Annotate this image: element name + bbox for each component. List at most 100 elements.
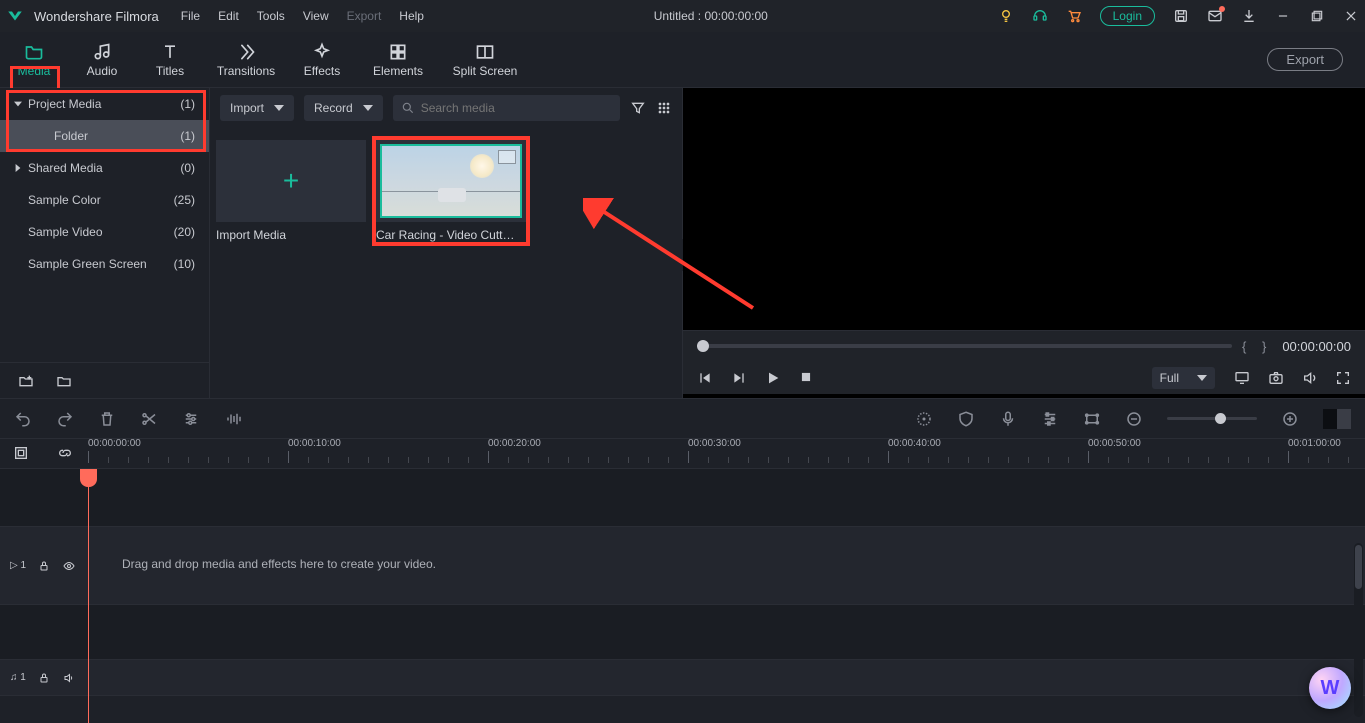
play-icon[interactable]	[765, 370, 781, 386]
audio-track-body[interactable]	[88, 660, 1365, 695]
mark-brackets[interactable]: { }	[1242, 339, 1272, 354]
sidebar-shared-media[interactable]: Shared Media (0)	[0, 152, 209, 184]
filter-icon[interactable]	[630, 100, 646, 116]
scrub-bar[interactable]	[697, 344, 1232, 348]
sidebar-folder[interactable]: Folder (1)	[0, 120, 209, 152]
tab-transitions[interactable]: Transitions	[204, 32, 288, 88]
volume-icon[interactable]	[1301, 370, 1317, 386]
sidebar-bottom	[0, 362, 209, 398]
eye-icon[interactable]	[62, 560, 76, 572]
lock-icon[interactable]	[38, 560, 50, 572]
tips-icon[interactable]	[998, 8, 1014, 24]
tab-media[interactable]: Media	[0, 32, 68, 88]
download-icon[interactable]	[1241, 8, 1257, 24]
quality-dropdown[interactable]: Full	[1152, 367, 1215, 389]
next-frame-icon[interactable]	[731, 370, 747, 386]
prev-frame-icon[interactable]	[697, 370, 713, 386]
grid-view-icon[interactable]	[656, 100, 672, 116]
search-input[interactable]	[421, 101, 612, 115]
login-button[interactable]: Login	[1100, 6, 1155, 26]
audio-wave-icon[interactable]	[224, 410, 242, 428]
sidebar-project-media[interactable]: Project Media (1)	[0, 88, 209, 120]
split-icon[interactable]	[140, 410, 158, 428]
save-icon[interactable]	[1173, 8, 1189, 24]
fullscreen-icon[interactable]	[1335, 370, 1351, 386]
adjust-icon[interactable]	[182, 410, 200, 428]
sidebar-item-count: (0)	[180, 161, 195, 175]
link-icon[interactable]	[57, 445, 75, 463]
minimize-icon[interactable]	[1275, 8, 1291, 24]
video-thumb-container[interactable]	[376, 140, 526, 222]
sidebar-item-label: Sample Video	[28, 225, 103, 239]
play-row: Full	[683, 361, 1365, 395]
delete-icon[interactable]	[98, 410, 116, 428]
lock-icon[interactable]	[38, 672, 50, 684]
export-button[interactable]: Export	[1267, 48, 1343, 71]
zoom-slider[interactable]	[1167, 417, 1257, 420]
close-icon[interactable]	[1343, 8, 1359, 24]
plus-icon: +	[283, 165, 299, 197]
sidebar-item-count: (1)	[180, 97, 195, 111]
tab-effects[interactable]: Effects	[288, 32, 356, 88]
tab-elements[interactable]: Elements	[356, 32, 440, 88]
message-icon[interactable]	[1207, 8, 1223, 24]
timeline-scrollbar[interactable]	[1354, 543, 1363, 717]
sidebar-sample-color[interactable]: Sample Color (25)	[0, 184, 209, 216]
timeline-view-toggle[interactable]	[1323, 409, 1351, 429]
scrub-knob[interactable]	[697, 340, 709, 352]
speaker-icon[interactable]	[62, 672, 76, 684]
fit-icon[interactable]	[13, 445, 31, 463]
import-media-thumb[interactable]: +	[216, 140, 366, 222]
redo-icon[interactable]	[56, 410, 74, 428]
cart-icon[interactable]	[1066, 8, 1082, 24]
menu-file[interactable]: File	[181, 9, 200, 23]
preview-timecode: 00:00:00:00	[1282, 339, 1351, 354]
time-ruler[interactable]: 00:00:00:0000:00:10:0000:00:20:0000:00:3…	[88, 439, 1365, 468]
zoom-in-icon[interactable]	[1281, 410, 1299, 428]
menu-edit[interactable]: Edit	[218, 9, 239, 23]
shield-icon[interactable]	[957, 410, 975, 428]
scrollbar-thumb[interactable]	[1355, 545, 1362, 589]
new-folder-icon[interactable]	[18, 373, 34, 389]
display-icon[interactable]	[1233, 370, 1249, 386]
tab-audio[interactable]: Audio	[68, 32, 136, 88]
snapshot-icon[interactable]	[1267, 370, 1283, 386]
menu-tools[interactable]: Tools	[257, 9, 285, 23]
ruler-time-label: 00:00:00:00	[88, 438, 141, 449]
wondershare-badge[interactable]: W	[1309, 667, 1351, 709]
undo-icon[interactable]	[14, 410, 32, 428]
tab-titles[interactable]: Titles	[136, 32, 204, 88]
video-track-body[interactable]: Drag and drop media and effects here to …	[88, 527, 1365, 604]
record-dropdown[interactable]: Record	[304, 95, 383, 121]
video-media-tile[interactable]: Car Racing - Video Cutt…	[376, 140, 526, 242]
mixer-icon[interactable]	[1041, 410, 1059, 428]
zoom-knob[interactable]	[1215, 413, 1226, 424]
project-title: Untitled : 00:00:00:00	[428, 9, 994, 23]
ruler-time-label: 00:00:20:00	[488, 438, 541, 449]
sidebar-item-count: (20)	[174, 225, 195, 239]
tab-elements-label: Elements	[373, 64, 423, 78]
crop-icon[interactable]	[1083, 410, 1101, 428]
zoom-out-icon[interactable]	[1125, 410, 1143, 428]
support-icon[interactable]	[1032, 8, 1048, 24]
sidebar-sample-video[interactable]: Sample Video (20)	[0, 216, 209, 248]
video-track[interactable]: ▷ 1 Drag and drop media and effects here…	[0, 527, 1365, 605]
maximize-icon[interactable]	[1309, 8, 1325, 24]
sidebar-item-label: Project Media	[28, 97, 101, 111]
ruler-time-label: 00:00:10:00	[288, 438, 341, 449]
search-box[interactable]	[393, 95, 620, 121]
marker-icon[interactable]	[915, 410, 933, 428]
import-media-tile[interactable]: + Import Media	[216, 140, 366, 242]
import-dropdown[interactable]: Import	[220, 95, 294, 121]
mic-icon[interactable]	[999, 410, 1017, 428]
folder-open-icon[interactable]	[56, 373, 72, 389]
ruler-time-label: 00:00:50:00	[1088, 438, 1141, 449]
menu-view[interactable]: View	[303, 9, 329, 23]
stop-icon[interactable]	[799, 370, 815, 386]
sidebar: Project Media (1) Folder (1) Shared Medi…	[0, 88, 210, 398]
video-thumbnail	[380, 144, 522, 218]
sidebar-sample-green-screen[interactable]: Sample Green Screen (10)	[0, 248, 209, 280]
menu-help[interactable]: Help	[399, 9, 424, 23]
tab-split-screen[interactable]: Split Screen	[440, 32, 530, 88]
audio-track[interactable]: ♫ 1	[0, 660, 1365, 696]
